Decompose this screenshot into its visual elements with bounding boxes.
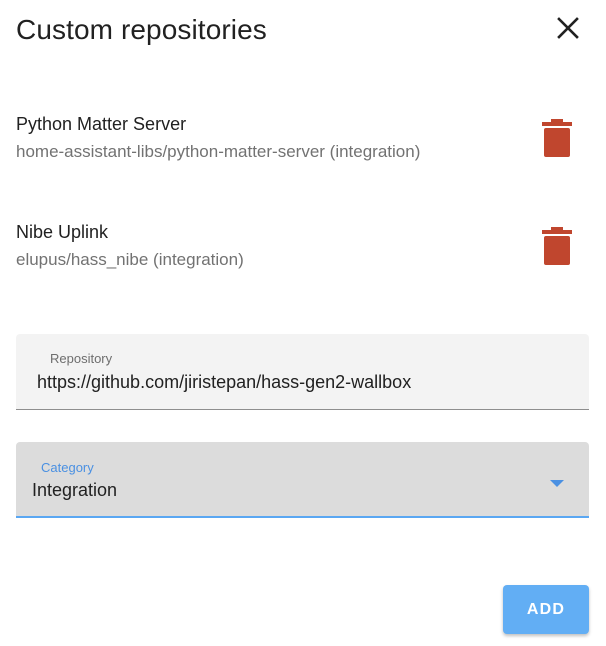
custom-repositories-dialog: Custom repositories Python Matter Server…	[0, 0, 606, 646]
repository-name: Nibe Uplink	[16, 222, 109, 242]
repository-subtitle: home-assistant-libs/python-matter-server…	[16, 142, 421, 161]
trash-icon[interactable]	[542, 227, 572, 267]
repository-label: Repository	[50, 351, 113, 366]
dialog-title: Custom repositories	[16, 14, 267, 45]
category-select[interactable]: Category Integration	[16, 442, 589, 518]
repository-item: Python Matter Server home-assistant-libs…	[16, 114, 590, 174]
repository-subtitle: elupus/hass_nibe (integration)	[16, 250, 244, 269]
repository-input[interactable]: Repository https://github.com/jiristepan…	[16, 334, 589, 410]
repository-name: Python Matter Server	[16, 114, 187, 134]
category-label: Category	[41, 460, 94, 475]
trash-icon[interactable]	[542, 119, 572, 159]
add-button[interactable]: ADD	[503, 585, 589, 634]
repository-value[interactable]: https://github.com/jiristepan/hass-gen2-…	[37, 372, 411, 393]
close-icon[interactable]	[554, 14, 582, 42]
repository-item: Nibe Uplink elupus/hass_nibe (integratio…	[16, 222, 590, 282]
caret-down-icon[interactable]	[550, 475, 564, 487]
category-value: Integration	[32, 480, 118, 500]
